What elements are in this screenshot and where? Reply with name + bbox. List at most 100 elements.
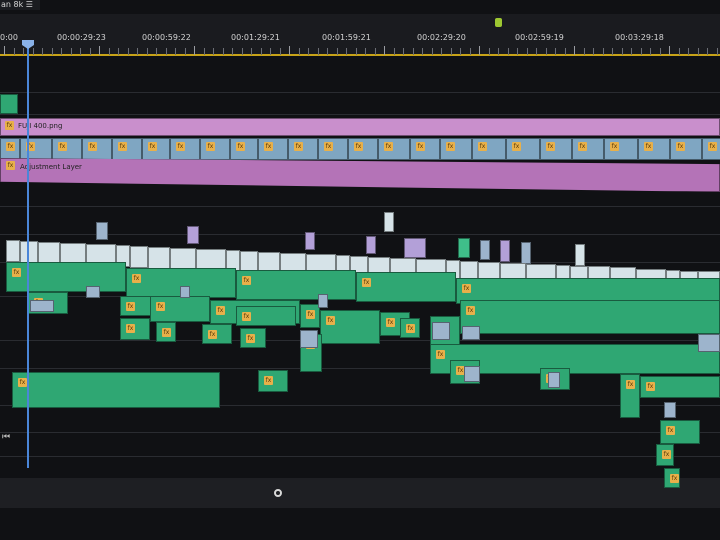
ruler-tick — [289, 46, 290, 55]
video-clip[interactable] — [170, 248, 196, 270]
fx-icon: fx — [236, 142, 245, 151]
fx-icon: fx — [264, 376, 273, 385]
ruler-tick — [660, 48, 661, 55]
video-clip[interactable] — [480, 240, 490, 260]
nested-clip[interactable] — [440, 138, 472, 160]
ruler-tick — [109, 48, 110, 55]
audio-clip[interactable] — [236, 270, 356, 300]
audio-clip[interactable] — [120, 318, 150, 340]
ruler-tick — [90, 48, 91, 55]
nested-clip[interactable] — [30, 300, 54, 312]
fx-icon: fx — [246, 334, 255, 343]
sequence-tab[interactable]: an 8k ☰ — [0, 0, 40, 10]
video-clip[interactable] — [96, 222, 108, 240]
ruler-tick — [223, 48, 224, 55]
fx-icon: fx — [6, 142, 15, 151]
nested-clip[interactable] — [664, 402, 676, 418]
fx-icon: fx — [406, 324, 415, 333]
nested-clip[interactable] — [548, 372, 560, 388]
nested-clip[interactable] — [638, 138, 670, 160]
audio-clip[interactable] — [6, 262, 126, 292]
nested-clip[interactable] — [300, 330, 318, 348]
nested-clip[interactable] — [572, 138, 604, 160]
ruler-tick — [650, 48, 651, 55]
nested-clip[interactable] — [112, 138, 142, 160]
video-clip[interactable] — [575, 244, 585, 266]
horizontal-scrollbar[interactable] — [0, 478, 720, 508]
scroll-handle-icon[interactable] — [274, 489, 282, 497]
nested-clip[interactable] — [288, 138, 318, 160]
ruler-tick — [80, 48, 81, 55]
video-clip[interactable] — [187, 226, 199, 244]
step-back-icon[interactable]: ⏮ — [2, 432, 10, 442]
nested-clip[interactable] — [258, 138, 288, 160]
nested-clip[interactable] — [52, 138, 82, 160]
clip-label: FUJI 400.png — [18, 122, 63, 130]
ruler-tick — [71, 48, 72, 55]
fx-icon: fx — [626, 380, 635, 389]
nested-clip[interactable] — [462, 326, 480, 340]
video-clip[interactable] — [305, 232, 315, 250]
nested-clip[interactable] — [670, 138, 702, 160]
nested-clip[interactable] — [82, 138, 112, 160]
ruler-tick — [536, 48, 537, 55]
fx-icon: fx — [306, 310, 315, 319]
audio-clip[interactable] — [258, 370, 288, 392]
ruler-tick — [365, 48, 366, 55]
ruler-tick — [641, 48, 642, 55]
nested-clip[interactable] — [698, 334, 720, 352]
adjustment-layer-clip[interactable] — [0, 158, 720, 192]
nested-clip[interactable] — [170, 138, 200, 160]
video-clip[interactable] — [20, 241, 38, 263]
video-clip[interactable] — [130, 246, 148, 268]
video-clip[interactable] — [38, 242, 60, 264]
nested-clip[interactable] — [410, 138, 440, 160]
video-clip[interactable] — [6, 240, 20, 262]
video-clip[interactable] — [0, 94, 18, 114]
nested-clip[interactable] — [464, 366, 480, 382]
fx-icon: fx — [466, 306, 475, 315]
nested-clip[interactable] — [180, 286, 190, 298]
video-clip[interactable] — [366, 236, 376, 254]
video-clip[interactable] — [148, 247, 170, 269]
nested-clip[interactable] — [348, 138, 378, 160]
nested-clip[interactable] — [378, 138, 410, 160]
ruler-tick — [185, 48, 186, 55]
ruler-tick — [14, 48, 15, 55]
nested-clip[interactable] — [20, 138, 52, 160]
track-divider — [0, 92, 720, 93]
nested-clip[interactable] — [318, 294, 328, 308]
ruler-tick — [479, 46, 480, 55]
ruler-tick — [280, 48, 281, 55]
sequence-marker[interactable] — [495, 18, 502, 27]
audio-clip[interactable] — [202, 324, 232, 344]
fuji-overlay-clip[interactable] — [0, 118, 720, 136]
ruler-tick — [33, 48, 34, 55]
audio-clip[interactable] — [12, 372, 220, 408]
fx-icon: fx — [12, 268, 21, 277]
ruler-timecode: 0:00 — [0, 33, 18, 42]
playhead-line[interactable] — [27, 48, 29, 468]
fx-icon: fx — [610, 142, 619, 151]
ruler-tick — [441, 48, 442, 55]
timeline-panel[interactable]: an 8k ☰ ⏮ 0:00 00:00:29:23 00:00:59:22 00:0… — [0, 0, 720, 540]
video-clip[interactable] — [404, 238, 426, 258]
audio-clip[interactable] — [460, 300, 720, 334]
audio-clip[interactable] — [356, 272, 456, 302]
fx-icon: fx — [126, 324, 135, 333]
nested-clip[interactable] — [318, 138, 348, 160]
nested-clip[interactable] — [540, 138, 572, 160]
ruler-tick — [631, 48, 632, 55]
video-clip[interactable] — [500, 240, 510, 262]
nested-clip[interactable] — [432, 322, 450, 340]
fx-icon: fx — [386, 318, 395, 327]
video-clip[interactable] — [384, 212, 394, 232]
video-clip[interactable] — [458, 238, 470, 258]
ruler-tick — [156, 48, 157, 55]
ruler-tick — [679, 48, 680, 55]
nested-clip[interactable] — [86, 286, 100, 298]
video-clip[interactable] — [521, 242, 531, 264]
nested-clip[interactable] — [200, 138, 230, 160]
ruler-tick — [175, 48, 176, 55]
ruler-tick — [574, 46, 575, 55]
